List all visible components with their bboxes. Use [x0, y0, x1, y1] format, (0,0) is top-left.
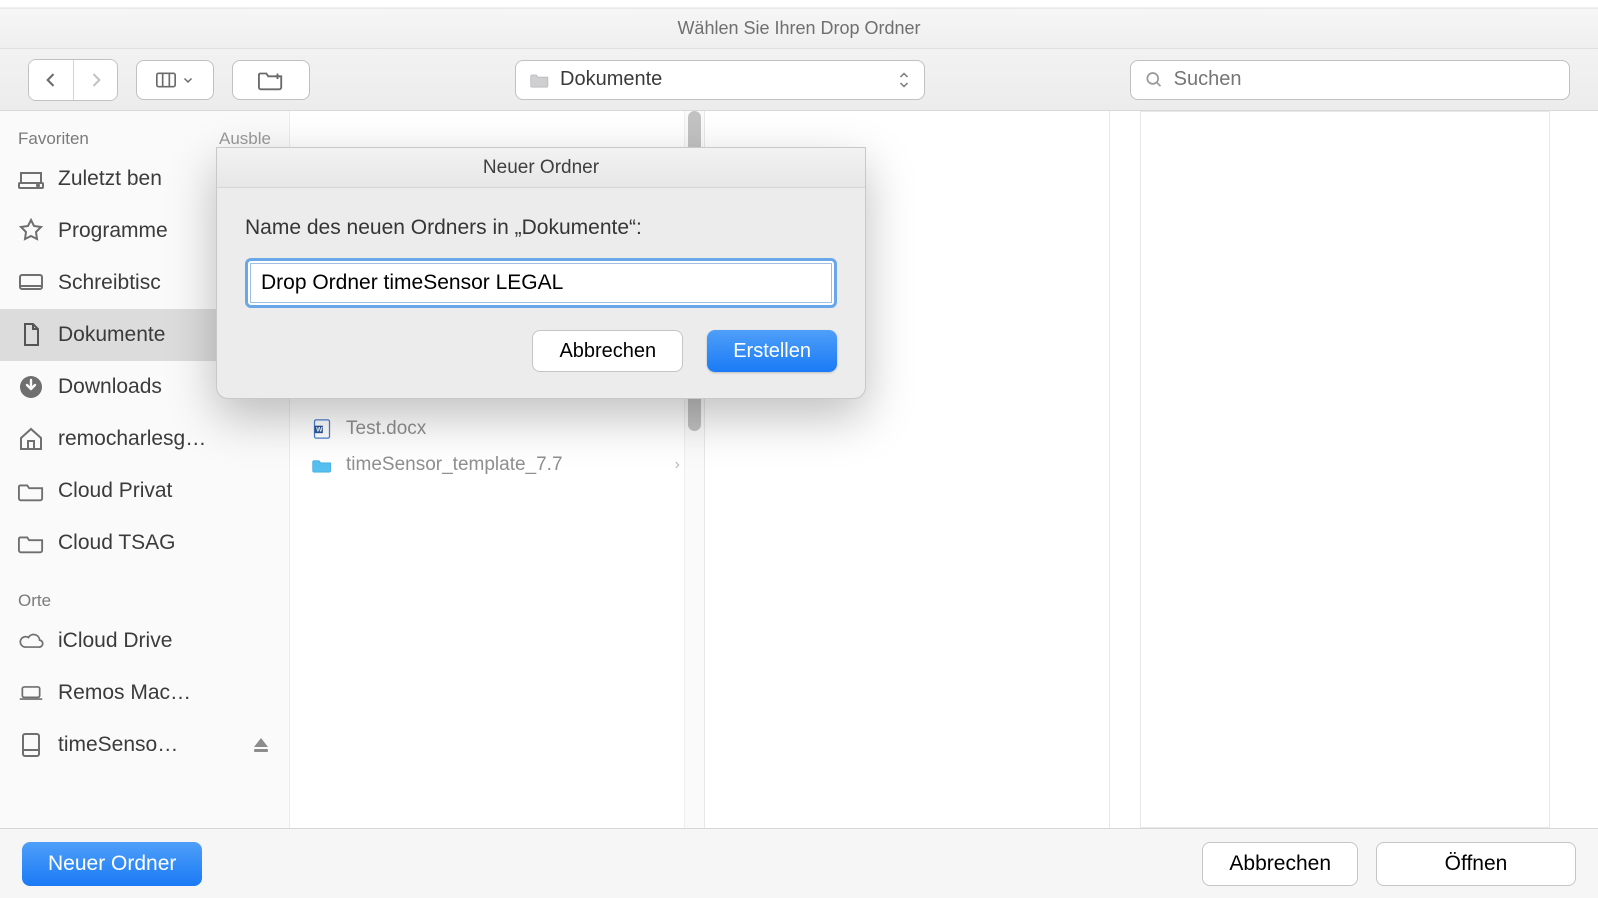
- cloud-icon: [18, 628, 44, 654]
- sidebar-item-label: Cloud Privat: [58, 479, 172, 503]
- applications-icon: [18, 218, 44, 244]
- sheet-cancel-button[interactable]: Abbrechen: [532, 330, 683, 372]
- sheet-prompt: Name des neuen Ordners in „Dokumente“:: [245, 216, 837, 240]
- chevron-down-icon: [898, 81, 910, 89]
- disk-icon: [18, 732, 44, 758]
- svg-text:W: W: [316, 427, 323, 434]
- sidebar-item-icloud[interactable]: iCloud Drive: [0, 615, 289, 667]
- sidebar-item-label: Dokumente: [58, 323, 165, 347]
- open-label: Öffnen: [1445, 852, 1508, 875]
- word-doc-icon: W: [312, 419, 332, 439]
- chevron-up-icon: [898, 71, 910, 79]
- sidebar-item-label: Zuletzt ben: [58, 167, 162, 191]
- sheet-title: Neuer Ordner: [217, 148, 865, 188]
- back-button[interactable]: [29, 60, 73, 100]
- sidebar-item-label: timeSenso…: [58, 733, 178, 757]
- chevron-left-icon: [41, 70, 61, 90]
- window-title-label: Wählen Sie Ihren Drop Ordner: [677, 18, 920, 39]
- folder-blue-icon: [312, 455, 332, 475]
- sidebar-item-label: Remos Mac…: [58, 681, 191, 705]
- sidebar-item-label: Cloud TSAG: [58, 531, 176, 555]
- sidebar-item-timesensor-disk[interactable]: timeSenso…: [0, 719, 289, 771]
- sidebar-group-label: Favoriten: [18, 129, 89, 149]
- new-folder-sheet: Neuer Ordner Name des neuen Ordners in „…: [216, 147, 866, 399]
- folder-name-input[interactable]: [250, 263, 832, 303]
- file-label: Test.docx: [346, 418, 426, 440]
- sidebar-item-cloud-tsag[interactable]: Cloud TSAG: [0, 517, 289, 569]
- sheet-create-label: Erstellen: [733, 340, 811, 362]
- location-stepper: [898, 71, 910, 89]
- sidebar-hide-button[interactable]: Ausble: [219, 129, 271, 149]
- window-title: Wählen Sie Ihren Drop Ordner: [0, 9, 1598, 49]
- chevron-right-icon: [86, 70, 106, 90]
- sidebar-item-label: Schreibtisc: [58, 271, 161, 295]
- file-row[interactable]: W Test.docx: [290, 411, 704, 447]
- sidebar-item-label: Programme: [58, 219, 168, 243]
- home-icon: [18, 426, 44, 452]
- new-folder-label: Neuer Ordner: [48, 852, 176, 875]
- sheet-input-focus-ring: [245, 258, 837, 308]
- nav-segment: [28, 59, 118, 101]
- sheet-create-button[interactable]: Erstellen: [707, 330, 837, 372]
- sheet-cancel-label: Abbrechen: [559, 340, 656, 362]
- file-label: timeSensor_template_7.7: [346, 454, 563, 476]
- sidebar-item-remos-mac[interactable]: Remos Mac…: [0, 667, 289, 719]
- file-row[interactable]: timeSensor_template_7.7: [290, 447, 704, 483]
- documents-icon: [18, 322, 44, 348]
- sidebar-item-cloud-privat[interactable]: Cloud Privat: [0, 465, 289, 517]
- eject-icon[interactable]: [251, 735, 271, 755]
- view-mode-button[interactable]: [136, 60, 214, 100]
- sidebar-item-label: Downloads: [58, 375, 162, 399]
- toolbar: Dokumente: [0, 49, 1598, 111]
- location-label: Dokumente: [560, 68, 662, 91]
- new-folder-button[interactable]: Neuer Ordner: [22, 842, 202, 886]
- downloads-icon: [18, 374, 44, 400]
- chevron-down-icon: [182, 74, 194, 86]
- columns-icon: [156, 70, 176, 90]
- file-column-3: [1140, 111, 1550, 828]
- search-input[interactable]: [1174, 68, 1555, 91]
- sidebar-item-home[interactable]: remocharlesg…: [0, 413, 289, 465]
- open-button[interactable]: Öffnen: [1376, 842, 1576, 886]
- sidebar-item-label: iCloud Drive: [58, 629, 172, 653]
- location-popup[interactable]: Dokumente: [515, 60, 925, 100]
- sidebar-item-label: remocharlesg…: [58, 427, 206, 451]
- sidebar-group-label: Orte: [18, 591, 51, 611]
- cancel-label: Abbrechen: [1229, 852, 1331, 875]
- desktop-icon: [18, 270, 44, 296]
- sheet-title-label: Neuer Ordner: [483, 157, 599, 179]
- bottom-bar: Neuer Ordner Abbrechen Öffnen: [0, 828, 1598, 898]
- folder-icon: [530, 70, 550, 90]
- folder-icon: [18, 530, 44, 556]
- cancel-button[interactable]: Abbrechen: [1202, 842, 1358, 886]
- toolbar-new-folder-button[interactable]: [232, 60, 310, 100]
- search-icon: [1145, 70, 1164, 90]
- search-field[interactable]: [1130, 60, 1570, 100]
- chevron-right-icon: [672, 458, 682, 472]
- laptop-icon: [18, 680, 44, 706]
- forward-button[interactable]: [73, 60, 117, 100]
- folder-icon: [18, 478, 44, 504]
- recents-icon: [18, 166, 44, 192]
- new-folder-icon: [258, 67, 284, 93]
- finder-open-panel: Wählen Sie Ihren Drop Ordner Dokumente: [0, 8, 1598, 898]
- sidebar-group-locations: Orte: [0, 587, 289, 615]
